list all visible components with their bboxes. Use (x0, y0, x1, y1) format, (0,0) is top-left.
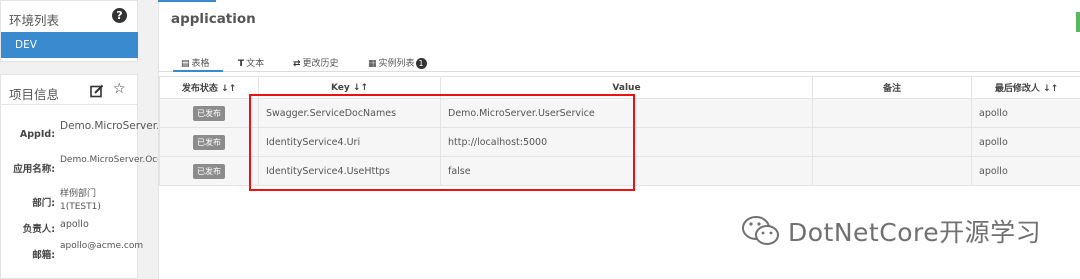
dept-value: 样例部门1(TEST1) (60, 189, 101, 212)
sort-icon: ↓↑ (352, 82, 369, 93)
app-name-value: Demo.MicroServer.Ocelot (60, 155, 175, 165)
column-header-key[interactable]: Key ↓↑ (258, 76, 441, 99)
email-label: 邮箱: (32, 250, 55, 261)
instances-count-badge: 1 (415, 58, 427, 69)
info-divider (1, 104, 137, 105)
tab-history-label: 更改历史 (302, 59, 339, 69)
cell-modifier: apollo (971, 127, 1080, 157)
cell-key: IdentityService4.UseHttps (258, 156, 441, 186)
text-icon: T (238, 59, 245, 69)
dept-label: 部门: (32, 198, 55, 209)
tab-instances[interactable]: ▦ 实例列表 1 (368, 56, 427, 69)
sort-icon: ↓↑ (1043, 84, 1059, 94)
app-name-label: 应用名称: (13, 164, 55, 175)
tab-instances-label: 实例列表 (378, 59, 415, 69)
wechat-icon (742, 216, 779, 245)
tab-table[interactable]: ▤ 表格 (181, 56, 210, 69)
tab-history[interactable]: ⇄ 更改历史 (293, 56, 339, 69)
help-icon[interactable]: ? (112, 8, 127, 23)
owner-label: 负责人: (22, 224, 55, 235)
cell-comment (812, 127, 972, 157)
cell-key: Swagger.ServiceDocNames (258, 98, 441, 128)
cell-comment (812, 156, 972, 186)
table-row[interactable]: 已发布 IdentityService4.Uri http://localhos… (159, 127, 1080, 157)
cell-value: http://localhost:5000 (440, 127, 813, 157)
cell-comment (812, 98, 972, 128)
project-info-title: 项目信息 (9, 87, 60, 102)
table-header-row: 发布状态 ↓↑ Key ↓↑ Value 备注 最后修改人 ↓↑ (159, 76, 1080, 99)
column-header-modifier[interactable]: 最后修改人 ↓↑ (971, 76, 1080, 99)
instances-icon: ▦ (368, 59, 377, 69)
watermark-text: DotNetCore开源学习 (788, 218, 1042, 247)
env-list-panel: 环境列表 ? DEV (0, 0, 138, 62)
status-badge: 已发布 (193, 134, 225, 150)
tab-text-label: 文本 (246, 59, 265, 69)
project-info-panel: 项目信息 ☆ AppId: Demo.MicroServer.Ocelot 应用… (0, 74, 194, 279)
tab-table-label: 表格 (191, 59, 210, 69)
sort-icon: ↓↑ (221, 84, 237, 94)
env-list-title: 环境列表 (9, 13, 60, 28)
appid-value: Demo.MicroServer.Ocelot (60, 120, 194, 132)
namespace-title: application (171, 11, 256, 27)
tab-text[interactable]: T 文本 (238, 56, 264, 69)
status-badge: 已发布 (193, 105, 225, 121)
config-table: 发布状态 ↓↑ Key ↓↑ Value 备注 最后修改人 ↓↑ 已发布 Swa… (159, 76, 1080, 186)
history-icon: ⇄ (293, 59, 301, 69)
table-icon: ▤ (181, 59, 190, 69)
edit-icon[interactable] (90, 83, 104, 102)
view-tabs: ▤ 表格 T 文本 ⇄ 更改历史 ▦ 实例列表 1 (159, 46, 1080, 72)
column-header-value: Value (440, 76, 813, 99)
column-header-comment: 备注 (812, 76, 972, 99)
status-badge: 已发布 (193, 163, 225, 179)
cell-modifier: apollo (971, 98, 1080, 128)
appid-label: AppId: (19, 129, 55, 140)
status-marker (1076, 12, 1080, 32)
cell-key: IdentityService4.Uri (258, 127, 441, 157)
active-tab-indicator (173, 70, 223, 72)
owner-value: apollo (60, 219, 89, 230)
table-row[interactable]: 已发布 Swagger.ServiceDocNames Demo.MicroSe… (159, 98, 1080, 128)
watermark: DotNetCore开源学习 (740, 213, 1041, 249)
star-icon[interactable]: ☆ (113, 81, 126, 97)
column-header-status[interactable]: 发布状态 ↓↑ (159, 76, 259, 99)
cell-value: false (440, 156, 813, 186)
env-item-dev[interactable]: DEV (1, 32, 138, 58)
cell-value: Demo.MicroServer.UserService (440, 98, 813, 128)
email-value: apollo@acme.com (60, 241, 144, 251)
cell-modifier: apollo (971, 156, 1080, 186)
top-tab-indicator (158, 0, 216, 2)
table-row[interactable]: 已发布 IdentityService4.UseHttps false apol… (159, 156, 1080, 186)
